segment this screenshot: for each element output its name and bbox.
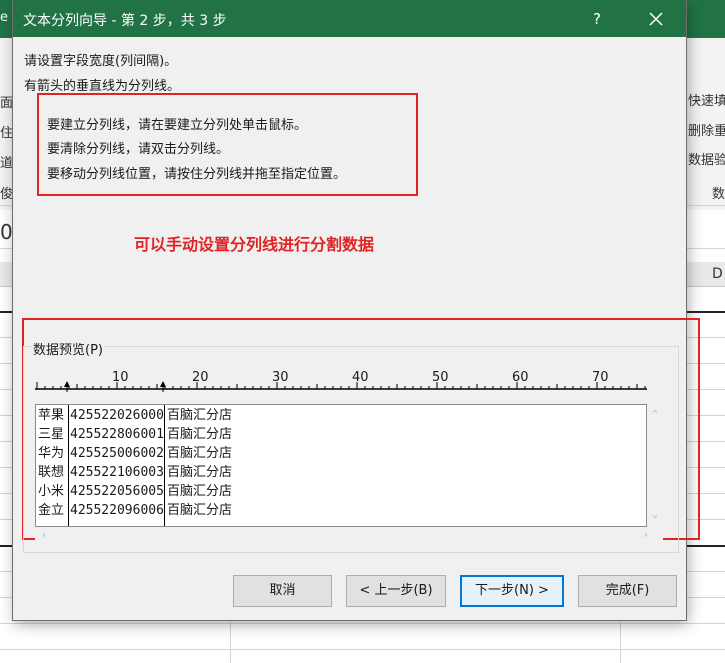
excel-ribbon-left-text: 住 — [0, 126, 14, 141]
tips-highlight-box: 要建立分列线，请在要建立分列处单击鼠标。 要清除分列线，请双击分列线。 要移动分… — [37, 93, 418, 196]
ruler-tick-label: 10 — [112, 370, 129, 385]
ruler-tick-label: 60 — [512, 370, 529, 385]
close-button[interactable] — [641, 4, 671, 34]
text-to-columns-dialog: 文本分列向导 - 第 2 步，共 3 步 ? 请设置字段宽度(列间隔)。 有箭头… — [13, 0, 700, 620]
data-preview-pane[interactable]: 苹果 425522026000 百脑汇分店 三星 425522806001 百脑… — [35, 404, 647, 527]
scroll-up-icon[interactable]: ⌃ — [649, 408, 661, 421]
tip-move-break: 要移动分列线位置，请按住分列线并拖至指定位置。 — [47, 167, 347, 182]
cell-gridline — [0, 623, 725, 624]
preview-cell: 小米 — [38, 484, 65, 499]
preview-cell: 三星 — [38, 427, 65, 442]
finish-button[interactable]: 完成(F) — [578, 575, 677, 607]
preview-cell: 苹果 — [38, 408, 65, 423]
red-annotation: 可以手动设置分列线进行分割数据 — [134, 235, 375, 254]
column-break-line[interactable] — [68, 405, 69, 526]
flash-fill-button[interactable]: 快速填充 — [688, 90, 725, 109]
preview-cell: 联想 — [38, 465, 65, 480]
ruler-tick-label: 20 — [192, 370, 209, 385]
preview-cell: 425525006002 — [70, 446, 164, 461]
dialog-title: 文本分列向导 - 第 2 步，共 3 步 — [23, 13, 227, 29]
preview-cell: 425522026000 — [70, 408, 164, 423]
preview-cell: 百脑汇分店 — [167, 408, 233, 423]
scroll-right-icon[interactable]: › — [639, 528, 653, 542]
column-header-d[interactable]: D — [712, 266, 723, 282]
preview-cell: 425522096006 — [70, 503, 164, 518]
scroll-left-icon[interactable]: ‹ — [37, 528, 51, 542]
next-button[interactable]: 下一步(N) > — [460, 575, 564, 607]
instruction-text: 请设置字段宽度(列间隔)。 — [24, 54, 178, 69]
ruler-tick-label: 40 — [352, 370, 369, 385]
tip-create-break: 要建立分列线，请在要建立分列处单击鼠标。 — [47, 118, 308, 133]
ruler-tick-label: 70 — [592, 370, 609, 385]
preview-cell: 华为 — [38, 446, 65, 461]
column-break-line[interactable] — [164, 405, 165, 526]
data-tools-group-label: 数 — [712, 187, 725, 202]
preview-cell: 425522806001 — [70, 427, 164, 442]
preview-cell: 百脑汇分店 — [167, 503, 233, 518]
preview-horizontal-scrollbar[interactable]: ‹ › — [35, 527, 663, 543]
excel-ribbon-left-text: 俊 — [0, 187, 14, 202]
data-validation-button[interactable]: 数据验证 — [688, 149, 725, 168]
preview-cell: 百脑汇分店 — [167, 465, 233, 480]
dialog-title-bar[interactable]: 文本分列向导 - 第 2 步，共 3 步 ? — [13, 0, 686, 37]
cell-gridline — [0, 649, 725, 650]
back-button[interactable]: < 上一步(B) — [346, 575, 446, 607]
close-icon — [649, 12, 663, 26]
preview-cell: 金立 — [38, 503, 65, 518]
remove-duplicates-button[interactable]: 删除重复 — [688, 120, 725, 139]
help-button[interactable]: ? — [585, 6, 609, 32]
ruler-tick-label: 50 — [432, 370, 449, 385]
preview-cell: 百脑汇分店 — [167, 446, 233, 461]
preview-cell: 百脑汇分店 — [167, 484, 233, 499]
ruler-tick-label: 30 — [272, 370, 289, 385]
data-preview-label: 数据预览(P) — [31, 339, 105, 358]
instruction-text: 有箭头的垂直线为分列线。 — [24, 79, 181, 94]
preview-cell: 百脑汇分店 — [167, 427, 233, 442]
cancel-button[interactable]: 取消 — [233, 575, 332, 607]
tip-clear-break: 要清除分列线，请双击分列线。 — [47, 142, 230, 157]
preview-vertical-scrollbar[interactable]: ⌃ ⌄ — [647, 404, 663, 525]
excel-ribbon-left-text: e — [0, 10, 8, 25]
preview-cell: 425522056005 — [70, 484, 164, 499]
preview-cell: 425522106003 — [70, 465, 164, 480]
column-ruler[interactable]: 10 20 30 40 50 60 70 — [35, 368, 647, 392]
scroll-down-icon[interactable]: ⌄ — [649, 508, 661, 521]
